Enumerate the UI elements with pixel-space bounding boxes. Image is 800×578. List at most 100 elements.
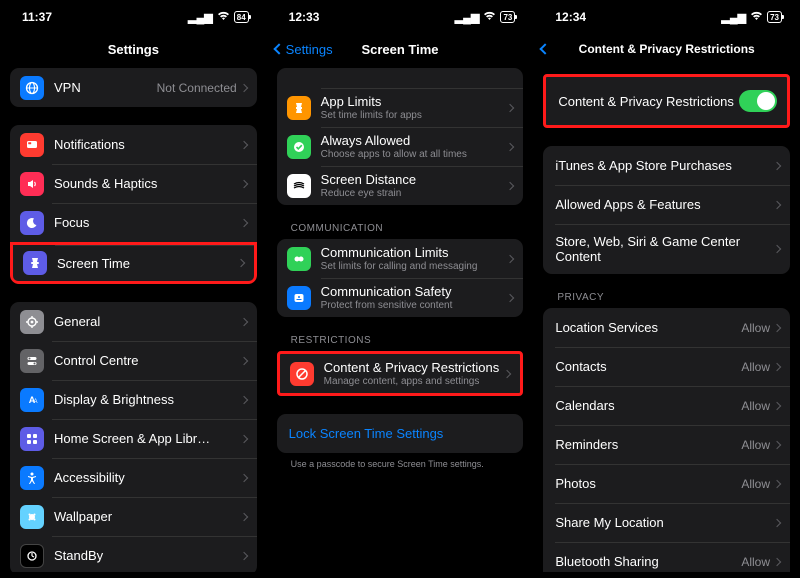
wifi-icon [217,11,230,24]
row-home-screen[interactable]: Home Screen & App Library [10,419,257,458]
comm-safety-icon [287,286,311,310]
row-app-limits[interactable]: App Limits Set time limits for apps [277,88,524,127]
row-control-centre[interactable]: Control Centre [10,341,257,380]
row-label: Communication Safety [321,284,508,299]
row-display[interactable]: AA Display & Brightness [10,380,257,419]
row-vpn[interactable]: VPN Not Connected [10,68,257,107]
phone-restrictions: 12:34 ▂▄▆ 73 Content & Privacy Restricti… [533,0,800,578]
group-privacy: Location Services Allow Contacts Allow C… [543,308,790,572]
row-detail: Allow [741,438,770,452]
row-focus[interactable]: Focus [10,203,257,242]
row-label: Screen Time [57,256,238,271]
group-toggle: Content & Privacy Restrictions [543,74,790,128]
chevron-right-icon [773,200,781,208]
row-bluetooth[interactable]: Bluetooth Sharing Allow [543,542,790,572]
row-sub: Set time limits for apps [321,110,508,121]
row-detail: Not Connected [157,81,237,95]
row-store-web[interactable]: Store, Web, Siri & Game Center Content [543,224,790,274]
chevron-right-icon [239,218,247,226]
row-itunes[interactable]: iTunes & App Store Purchases [543,146,790,185]
status-right: ▂▄▆ 73 [455,11,516,24]
status-time: 11:37 [22,10,52,24]
row-general[interactable]: General [10,302,257,341]
row-always-allowed[interactable]: Always Allowed Choose apps to allow at a… [277,127,524,166]
app-limits-icon [287,96,311,120]
row-screen-distance[interactable]: Screen Distance Reduce eye strain [277,166,524,205]
row-label: General [54,314,241,329]
footer-note: Use a passcode to secure Screen Time set… [277,459,524,469]
row-notifications[interactable]: Notifications [10,125,257,164]
row-label: Notifications [54,137,241,152]
back-button[interactable] [541,45,552,53]
home-screen-icon [20,427,44,451]
section-header-communication: COMMUNICATION [277,223,524,239]
notifications-icon [20,133,44,157]
status-right: ▂▄▆ 73 [721,11,782,24]
row-allowed-apps[interactable]: Allowed Apps & Features [543,185,790,224]
cellular-icon: ▂▄▆ [188,11,213,24]
row-content-privacy[interactable]: Content & Privacy Restrictions Manage co… [280,354,521,393]
page-title: Screen Time [361,42,438,57]
phone-settings: 11:37 ▂▄▆ 84 Settings VPN Not Connected [0,0,267,578]
row-reminders[interactable]: Reminders Allow [543,425,790,464]
display-icon: AA [20,388,44,412]
comm-limits-icon [287,247,311,271]
row-standby[interactable]: StandBy [10,536,257,572]
row-label: App Limits [321,94,508,109]
row-detail: Allow [741,360,770,374]
row-label: Reminders [555,437,741,452]
group-general: General Control Centre AA Display & Brig… [10,302,257,572]
chevron-right-icon [239,512,247,520]
back-button[interactable]: Settings [275,42,333,57]
back-label: Settings [286,42,333,57]
control-centre-icon [20,349,44,373]
row-sounds[interactable]: Sounds & Haptics [10,164,257,203]
row-comm-safety[interactable]: Communication Safety Protect from sensit… [277,278,524,317]
section-header-restrictions: RESTRICTIONS [277,335,524,351]
wifi-icon [483,11,496,24]
nav-bar: Content & Privacy Restrictions [533,34,800,64]
battery-icon: 84 [234,11,249,23]
general-icon [20,310,44,334]
status-right: ▂▄▆ 84 [188,11,249,24]
row-screen-time[interactable]: Screen Time [10,242,257,284]
chevron-right-icon [506,142,514,150]
always-allowed-icon [287,135,311,159]
row-label: VPN [54,80,157,95]
chevron-right-icon [773,557,781,565]
restrictions-icon [290,362,314,386]
chevron-left-icon [273,43,284,54]
row-sub: Set limits for calling and messaging [321,261,508,272]
screen-distance-icon [287,174,311,198]
chevron-right-icon [239,83,247,91]
chevron-right-icon [239,317,247,325]
section-header-privacy: PRIVACY [543,292,790,308]
row-contacts[interactable]: Contacts Allow [543,347,790,386]
row-toggle-restrictions[interactable]: Content & Privacy Restrictions [546,77,787,125]
row-detail: Allow [741,555,770,569]
row-photos[interactable]: Photos Allow [543,464,790,503]
row-sub: Reduce eye strain [321,188,508,199]
wallpaper-icon [20,505,44,529]
chevron-left-icon [540,43,551,54]
chevron-right-icon [506,181,514,189]
chevron-right-icon [773,479,781,487]
chevron-right-icon [773,440,781,448]
row-wallpaper[interactable]: Wallpaper [10,497,257,536]
row-comm-limits[interactable]: Communication Limits Set limits for call… [277,239,524,278]
toggle-switch[interactable] [739,90,777,112]
row-calendars[interactable]: Calendars Allow [543,386,790,425]
row-location[interactable]: Location Services Allow [543,308,790,347]
row-share-location[interactable]: Share My Location [543,503,790,542]
chevron-right-icon [239,140,247,148]
chevron-right-icon [773,161,781,169]
chevron-right-icon [773,518,781,526]
row-label: Store, Web, Siri & Game Center Content [555,234,774,264]
row-label: Wallpaper [54,509,241,524]
row-accessibility[interactable]: Accessibility [10,458,257,497]
row-label: Content & Privacy Restrictions [558,94,739,109]
chevron-right-icon [239,551,247,559]
row-label: Accessibility [54,470,241,485]
status-bar: 12:34 ▂▄▆ 73 [533,0,800,34]
row-lock-screen-time[interactable]: Lock Screen Time Settings [277,414,524,453]
